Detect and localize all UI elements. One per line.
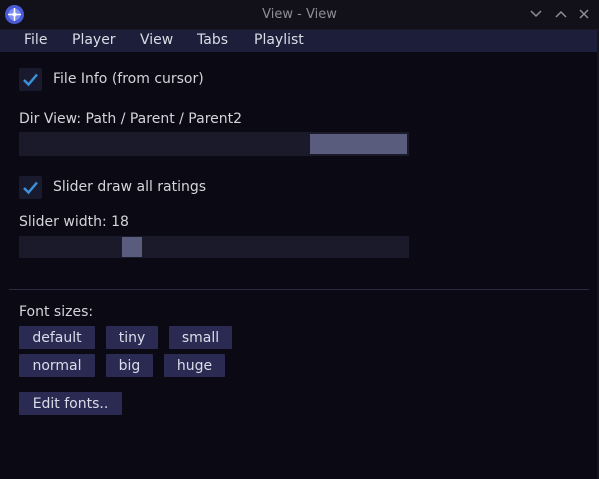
font-size-huge-button[interactable]: huge bbox=[164, 354, 225, 377]
menu-tabs[interactable]: Tabs bbox=[197, 32, 228, 48]
menu-file[interactable]: File bbox=[24, 32, 47, 48]
menu-bar: File Player View Tabs Playlist bbox=[0, 30, 599, 52]
file-info-checkbox[interactable] bbox=[19, 68, 42, 91]
window-title: View - View bbox=[262, 7, 337, 22]
section-divider bbox=[9, 289, 589, 290]
menu-view[interactable]: View bbox=[140, 32, 173, 48]
title-bar: View - View bbox=[0, 0, 599, 30]
menu-playlist[interactable]: Playlist bbox=[254, 32, 304, 48]
dir-view-slider[interactable] bbox=[19, 132, 409, 156]
menu-player[interactable]: Player bbox=[72, 32, 116, 48]
chevron-up-icon[interactable] bbox=[553, 6, 569, 22]
font-size-small-button[interactable]: small bbox=[169, 326, 232, 349]
font-size-normal-button[interactable]: normal bbox=[19, 354, 95, 377]
font-size-default-button[interactable]: default bbox=[19, 326, 95, 349]
dir-view-slider-thumb[interactable] bbox=[310, 134, 407, 154]
slider-width-label: Slider width: 18 bbox=[19, 214, 129, 230]
chevron-down-icon[interactable] bbox=[528, 6, 544, 22]
file-info-label: File Info (from cursor) bbox=[53, 71, 204, 87]
slider-ratings-checkbox[interactable] bbox=[19, 176, 42, 199]
slider-width-thumb[interactable] bbox=[122, 237, 142, 257]
slider-ratings-label: Slider draw all ratings bbox=[53, 179, 207, 195]
font-sizes-label: Font sizes: bbox=[19, 304, 94, 320]
font-size-big-button[interactable]: big bbox=[106, 354, 153, 377]
close-icon[interactable] bbox=[576, 6, 592, 22]
checkmark-icon bbox=[23, 73, 38, 87]
slider-width-slider[interactable] bbox=[19, 236, 409, 258]
dir-view-label: Dir View: Path / Parent / Parent2 bbox=[19, 111, 243, 127]
font-size-tiny-button[interactable]: tiny bbox=[106, 326, 158, 349]
checkmark-icon bbox=[23, 181, 38, 195]
edit-fonts-button[interactable]: Edit fonts.. bbox=[19, 392, 122, 415]
